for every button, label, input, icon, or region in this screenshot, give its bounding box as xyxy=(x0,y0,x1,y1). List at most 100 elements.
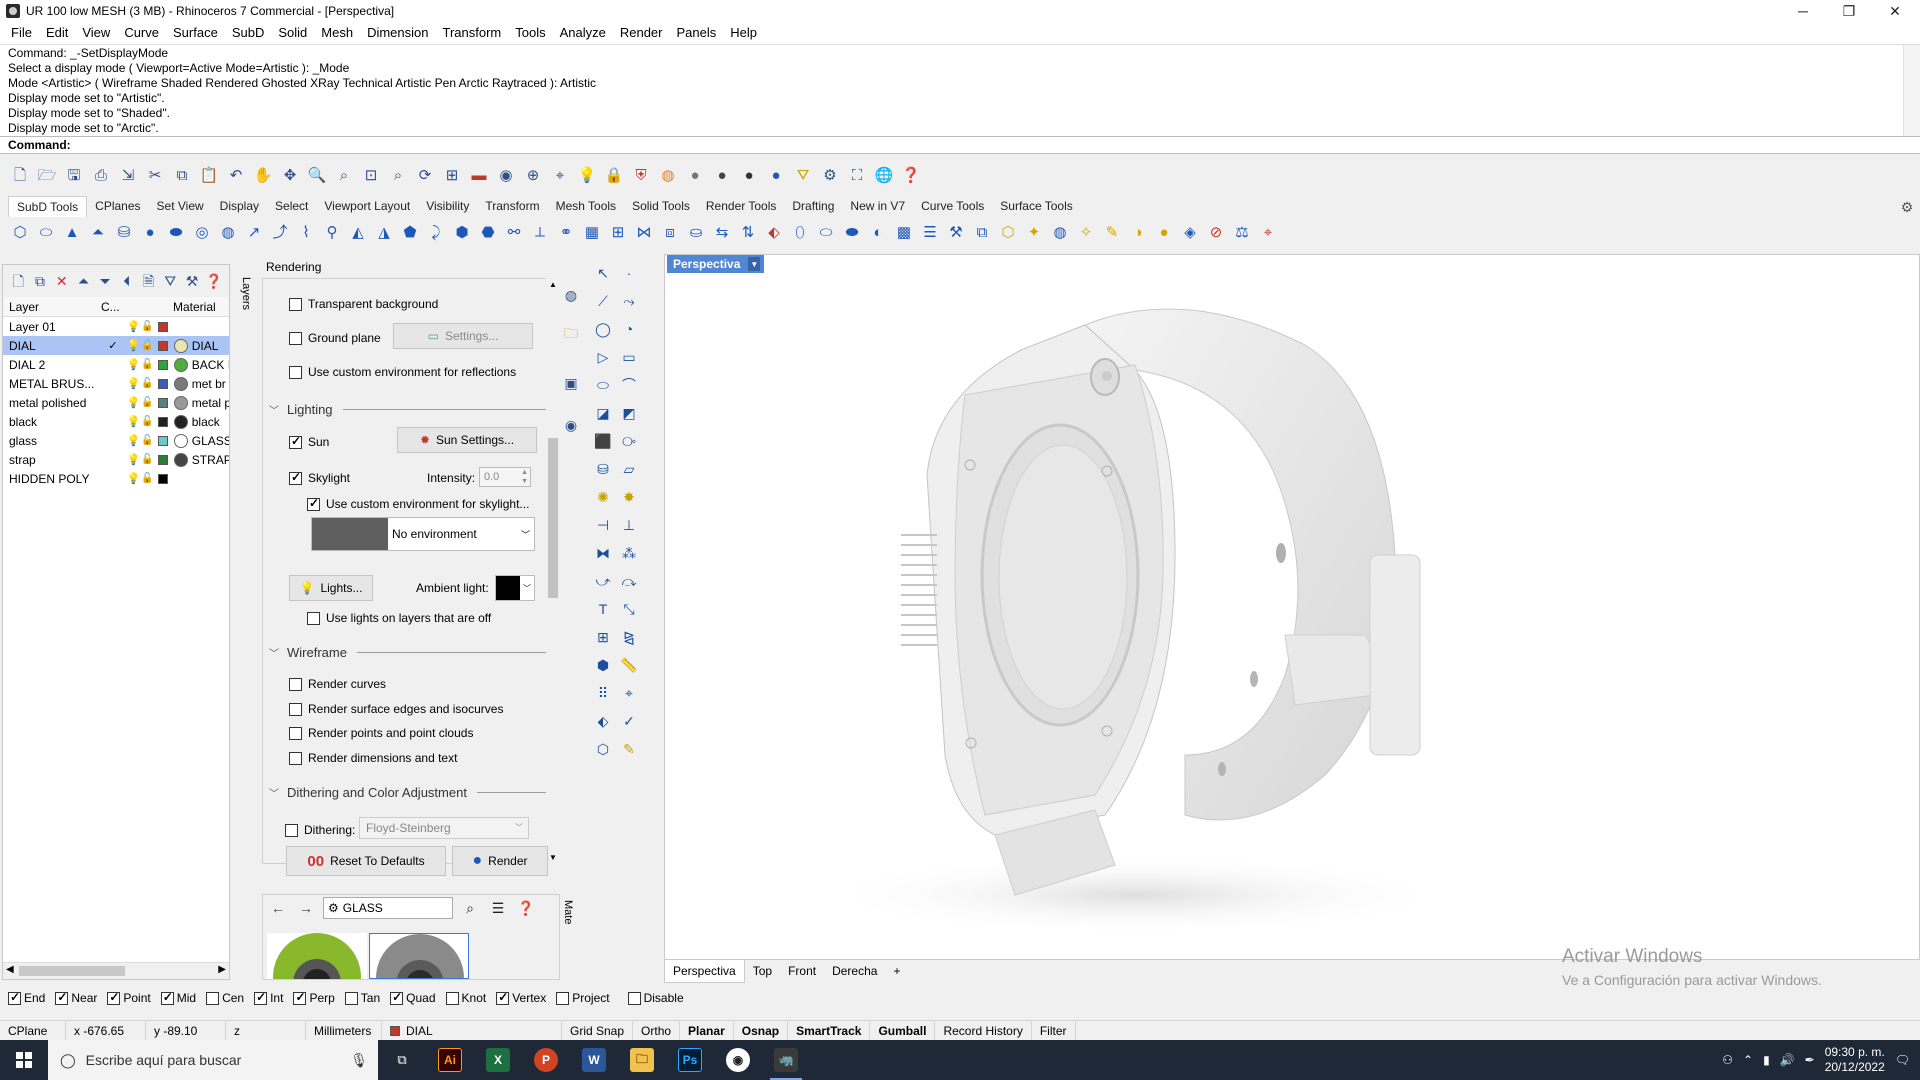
ground-plane-checkbox[interactable]: Ground plane xyxy=(289,331,381,345)
import-icon[interactable]: ⇲ xyxy=(116,163,140,187)
filter-icon[interactable]: ⛛ xyxy=(791,163,815,187)
open-icon[interactable]: 🗁 xyxy=(35,163,59,187)
subd-extrude-icon[interactable]: ◭ xyxy=(346,220,370,244)
lock-icon[interactable]: 🔓 xyxy=(140,397,154,408)
render-points-checkbox[interactable]: Render points and point clouds xyxy=(289,726,473,740)
render-button[interactable]: ● Render xyxy=(452,846,548,876)
menu-tools[interactable]: Tools xyxy=(508,22,552,44)
tab-transform[interactable]: Transform xyxy=(477,196,547,216)
lock-icon[interactable]: 🔓 xyxy=(140,435,154,446)
mirror-icon[interactable]: ⧎ xyxy=(618,626,640,648)
group-icon[interactable]: ⁂ xyxy=(618,542,640,564)
windows-start-icon[interactable] xyxy=(0,1040,48,1080)
subd-reflect-icon[interactable]: ⬖ xyxy=(762,220,786,244)
layer-tools-icon[interactable]: ⚒ xyxy=(183,270,202,292)
sun-checkbox[interactable]: Sun xyxy=(289,434,329,449)
materials-side-tab[interactable]: Mate xyxy=(562,900,574,924)
wireframe-section-header[interactable]: ﹀ Wireframe xyxy=(269,645,549,660)
osnap-disable[interactable]: Disable xyxy=(627,991,684,1005)
menu-subd[interactable]: SubD xyxy=(225,22,272,44)
render-dims-checkbox[interactable]: Render dimensions and text xyxy=(289,751,457,765)
circle-icon[interactable]: ◯ xyxy=(592,318,614,340)
blue-sphere-icon[interactable]: ● xyxy=(764,163,788,187)
subd-box-icon[interactable]: ⬡ xyxy=(8,220,32,244)
rotate-icon[interactable]: ⟳ xyxy=(413,163,437,187)
tab-set-view[interactable]: Set View xyxy=(149,196,212,216)
osnap-knot[interactable]: Knot xyxy=(445,991,486,1005)
subd-relax-icon[interactable]: ◐ xyxy=(866,220,890,244)
subd-gold-icon[interactable]: ✦ xyxy=(1022,220,1046,244)
history-scrollbar[interactable] xyxy=(1903,45,1920,137)
reset-defaults-button[interactable]: 00 Reset To Defaults xyxy=(286,846,446,876)
ruler-icon[interactable]: 📏 xyxy=(618,654,640,676)
zoom-window-icon[interactable]: ⌕ xyxy=(332,163,356,187)
forward-arrow-icon[interactable]: → xyxy=(295,897,317,919)
layer-color-swatch[interactable] xyxy=(158,321,169,332)
word-icon[interactable]: W xyxy=(570,1040,618,1080)
bulb-icon[interactable]: 💡 xyxy=(127,415,141,428)
subd-smooth-icon[interactable]: ⬬ xyxy=(840,220,864,244)
point-icon[interactable]: · xyxy=(618,262,640,284)
excel-icon[interactable]: X xyxy=(474,1040,522,1080)
subd-brush-icon[interactable]: ✎ xyxy=(1100,220,1124,244)
layer-row[interactable]: black 💡 🔓 black xyxy=(3,412,229,431)
subd-connect-icon[interactable]: ⚭ xyxy=(554,220,578,244)
command-input[interactable]: Command: xyxy=(0,136,1920,154)
bulb-icon[interactable]: 💡 xyxy=(127,358,141,371)
layer-color-swatch[interactable] xyxy=(158,340,168,351)
subd-ellipsoid-icon[interactable]: ⬬ xyxy=(164,220,188,244)
select-arrow-icon[interactable]: ↖ xyxy=(592,262,614,284)
paint-icon[interactable]: ✎ xyxy=(618,738,640,760)
layer-material[interactable]: STRAP xyxy=(192,453,229,467)
lock-icon[interactable]: 🔒 xyxy=(602,163,626,187)
zoom-selected-icon[interactable]: ⌕ xyxy=(386,163,410,187)
lock-icon[interactable]: 🔓 xyxy=(140,340,154,351)
pan-icon[interactable]: ✋ xyxy=(251,163,275,187)
dithering-section-header[interactable]: ﹀ Dithering and Color Adjustment xyxy=(269,785,549,800)
transparent-bg-checkbox[interactable]: Transparent background xyxy=(289,297,438,311)
layer-material[interactable]: DIAL xyxy=(192,339,229,353)
render-sphere-icon[interactable]: ● xyxy=(710,163,734,187)
tab-mesh-tools[interactable]: Mesh Tools xyxy=(548,196,624,216)
subd-stitch-icon[interactable]: ⋈ xyxy=(632,220,656,244)
sun-settings-button[interactable]: ✹ Sun Settings... xyxy=(397,427,537,453)
status-toggle-planar[interactable]: Planar xyxy=(680,1020,734,1041)
subd-multi-icon[interactable]: ⧉ xyxy=(970,220,994,244)
paste-icon[interactable]: 📋 xyxy=(197,163,221,187)
units-label[interactable]: Millimeters xyxy=(306,1020,382,1041)
osnap-mid[interactable]: Mid xyxy=(160,990,196,1005)
notifications-icon[interactable]: 🗨 xyxy=(1895,1053,1910,1067)
checkbox-box[interactable] xyxy=(289,470,302,485)
tab-select[interactable]: Select xyxy=(267,196,316,216)
rectangle-icon[interactable]: ▭ xyxy=(618,346,640,368)
lights-button[interactable]: 💡 Lights... xyxy=(289,575,373,601)
render-edges-checkbox[interactable]: Render surface edges and isocurves xyxy=(289,702,503,716)
menu-help[interactable]: Help xyxy=(723,22,764,44)
close-button[interactable]: ✕ xyxy=(1872,0,1918,22)
tab-drafting[interactable]: Drafting xyxy=(784,196,842,216)
block-icon[interactable]: ⬢ xyxy=(592,654,614,676)
subd-merge-icon[interactable]: ⚯ xyxy=(502,220,526,244)
menu-surface[interactable]: Surface xyxy=(166,22,225,44)
subd-half-sphere-icon[interactable]: ◑ xyxy=(1126,220,1150,244)
grid-array-icon[interactable]: ⠿ xyxy=(592,682,614,704)
tab-solid-tools[interactable]: Solid Tools xyxy=(624,196,698,216)
menu-edit[interactable]: Edit xyxy=(39,22,75,44)
subd-sphere-icon[interactable]: ● xyxy=(138,220,162,244)
task-view-icon[interactable]: ⧉ xyxy=(378,1040,426,1080)
lock-icon[interactable]: 🔓 xyxy=(140,378,154,389)
custom-env-skylight-checkbox[interactable]: Use custom environment for skylight... xyxy=(307,496,529,511)
checkbox-box[interactable] xyxy=(289,297,302,311)
save-icon[interactable]: 🖫 xyxy=(62,163,86,187)
layer-row[interactable]: DIAL ✓ 💡 🔓 DIAL xyxy=(3,336,229,355)
subd-thicken-icon[interactable]: ⬢ xyxy=(450,220,474,244)
checkbox-box[interactable] xyxy=(556,991,570,1005)
explode-icon[interactable]: ✸ xyxy=(618,486,640,508)
checkbox-box[interactable] xyxy=(289,434,302,449)
subd-texture-icon[interactable]: ◈ xyxy=(1178,220,1202,244)
viewport-tab-front[interactable]: Front xyxy=(780,960,824,982)
checkbox-box[interactable] xyxy=(307,496,320,511)
subd-slide-icon[interactable]: ⧈ xyxy=(658,220,682,244)
zoom-dynamic-icon[interactable]: 🔍 xyxy=(305,163,329,187)
tab-visibility[interactable]: Visibility xyxy=(418,196,477,216)
